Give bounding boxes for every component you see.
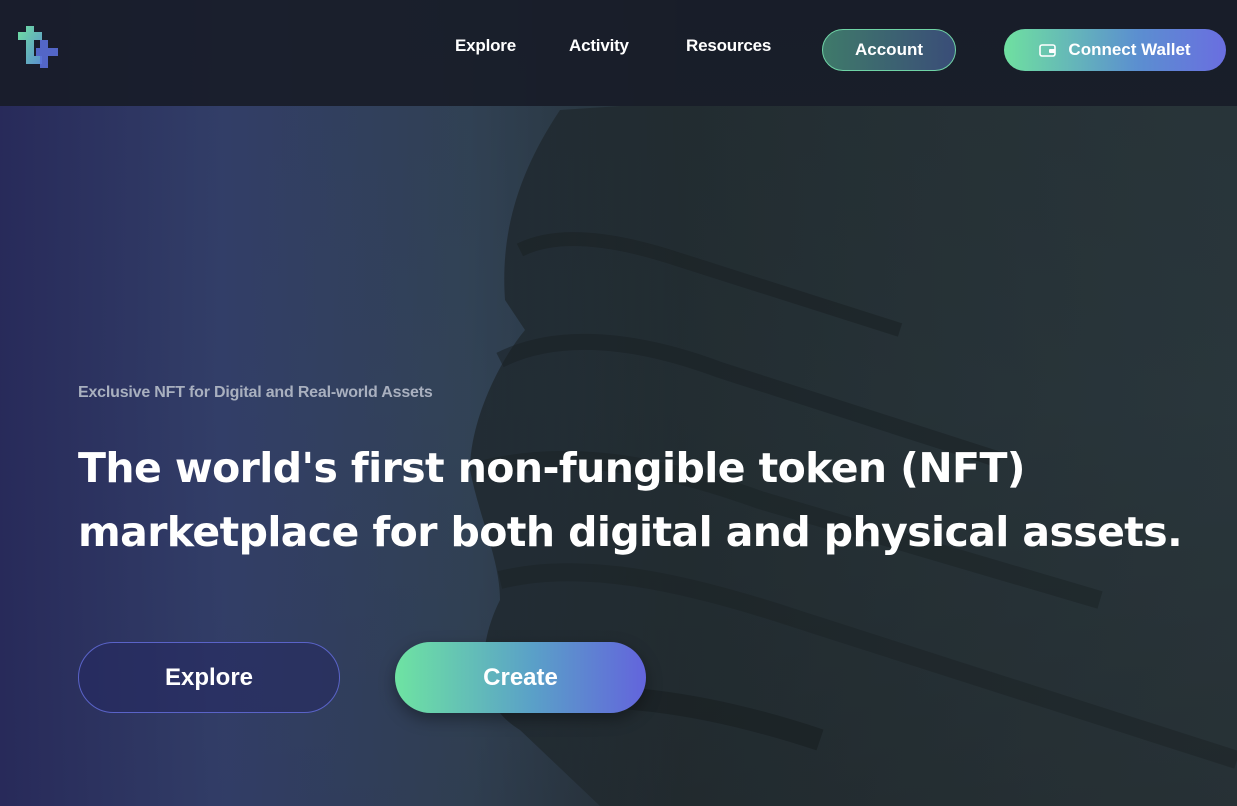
- hero-subtitle: Exclusive NFT for Digital and Real-world…: [78, 384, 433, 401]
- nav-activity-link[interactable]: Activity: [569, 36, 629, 62]
- nav-resources-link[interactable]: Resources: [686, 36, 771, 62]
- hero-explore-label: Explore: [164, 663, 254, 691]
- landing-page: Explore Activity Resources Account Conne…: [0, 0, 1237, 806]
- account-button-label: Account: [855, 40, 923, 59]
- hero-create-label: Create: [483, 663, 558, 691]
- account-button[interactable]: Account: [822, 29, 956, 71]
- hero-explore-button[interactable]: Explore: [78, 642, 340, 713]
- brand-logo-icon[interactable]: [14, 26, 66, 74]
- connect-wallet-label: Connect Wallet: [1068, 40, 1191, 59]
- hero-create-button[interactable]: Create: [395, 642, 646, 713]
- connect-wallet-button[interactable]: Connect Wallet: [1004, 29, 1226, 71]
- hero-headline: The world's first non-fungible token (NF…: [78, 444, 1183, 556]
- top-navbar: Explore Activity Resources Account Conne…: [0, 0, 1237, 106]
- wallet-icon: [1039, 44, 1057, 57]
- nav-explore-link[interactable]: Explore: [455, 36, 516, 62]
